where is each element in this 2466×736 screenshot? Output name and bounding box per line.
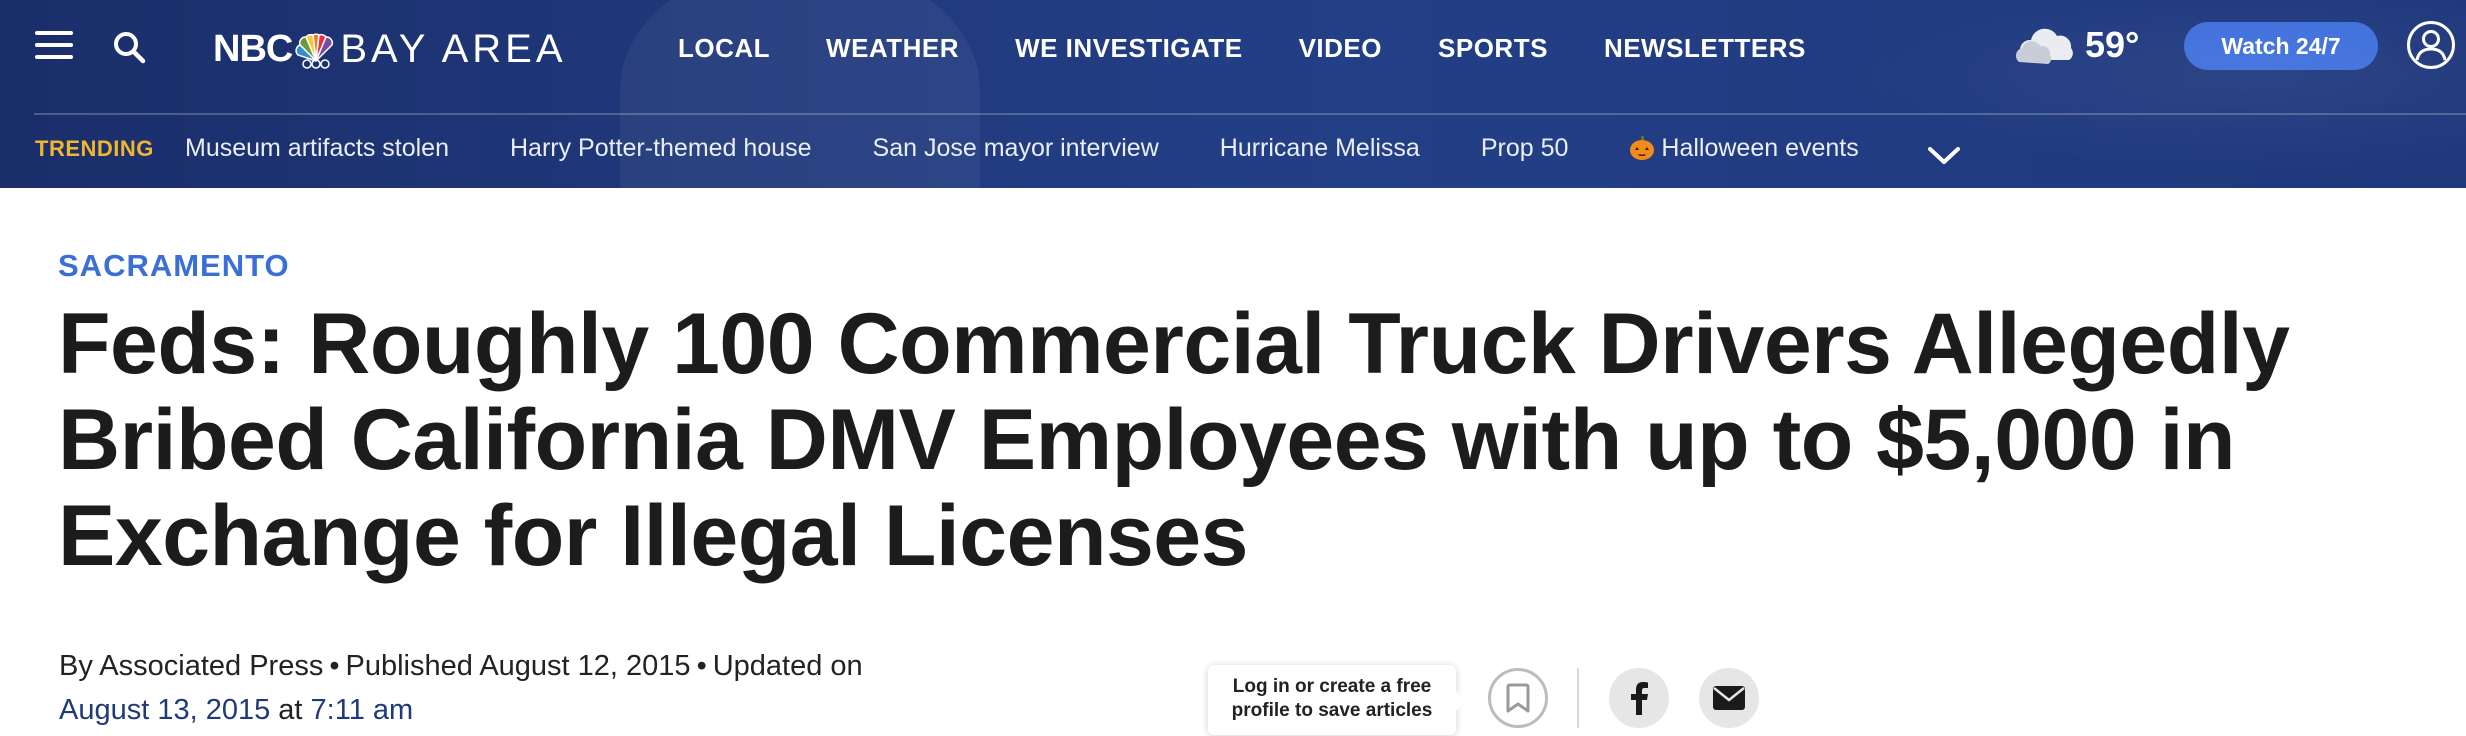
trending-link[interactable]: Museum artifacts stolen xyxy=(185,132,449,164)
email-icon xyxy=(1713,686,1745,710)
byline-author: By Associated Press xyxy=(59,650,324,682)
chevron-down-icon[interactable] xyxy=(1926,140,1962,170)
nav-video[interactable]: VIDEO xyxy=(1299,30,1382,66)
byline-separator: • xyxy=(329,650,340,682)
trending-link[interactable]: San Jose mayor interview xyxy=(873,132,1159,164)
byline-updated-date: August 13, 2015 xyxy=(59,694,271,726)
search-icon[interactable] xyxy=(112,30,146,64)
user-account-icon[interactable] xyxy=(2406,20,2456,70)
article-headline: Feds: Roughly 100 Commercial Truck Drive… xyxy=(58,296,2290,584)
weather-widget[interactable]: 59° xyxy=(2013,22,2139,68)
share-email-button[interactable] xyxy=(1699,668,1759,728)
tooltip-line: profile to save articles xyxy=(1231,700,1433,721)
trending-links: Museum artifacts stolen Harry Potter-the… xyxy=(185,132,1920,164)
tooltip-line: Log in or create a free xyxy=(1232,676,1432,697)
nav-local[interactable]: LOCAL xyxy=(678,30,770,66)
site-logo[interactable]: NBC BAY AREA xyxy=(213,24,567,74)
save-article-button[interactable] xyxy=(1488,668,1548,728)
site-header: NBC BAY AREA LOCAL WEATHER WE INVESTIGAT xyxy=(0,0,2466,188)
article-byline: By Associated Press • Published August 12,… xyxy=(59,644,899,732)
logo-bay-area-text: BAY AREA xyxy=(340,26,567,71)
facebook-icon xyxy=(1631,682,1648,715)
trending-link-label: Halloween events xyxy=(1661,134,1859,162)
nav-newsletters[interactable]: NEWSLETTERS xyxy=(1604,30,1806,66)
trending-bar: TRENDING Museum artifacts stolen Harry P… xyxy=(0,120,2466,180)
bookmark-icon xyxy=(1506,683,1530,713)
trending-label: TRENDING xyxy=(35,136,154,161)
byline-at: at xyxy=(278,694,303,726)
menu-icon[interactable] xyxy=(35,31,73,59)
main-nav: LOCAL WEATHER WE INVESTIGATE VIDEO SPORT… xyxy=(678,30,1862,66)
tools-divider xyxy=(1577,668,1579,728)
pumpkin-icon xyxy=(1630,136,1655,160)
nav-weather[interactable]: WEATHER xyxy=(826,30,959,66)
peacock-icon xyxy=(295,33,334,69)
logo-nbc-text: NBC xyxy=(213,27,293,70)
top-bar: NBC BAY AREA LOCAL WEATHER WE INVESTIGAT xyxy=(0,0,2466,114)
watch-live-button[interactable]: Watch 24/7 xyxy=(2184,22,2378,70)
byline-updated-time: 7:11 am xyxy=(310,694,414,726)
partly-cloudy-icon xyxy=(2015,28,2073,64)
byline-published: Published August 12, 2015 xyxy=(345,650,691,682)
trending-link[interactable]: Prop 50 xyxy=(1481,132,1569,164)
byline-updated-label: Updated on xyxy=(712,650,863,682)
section-label[interactable]: SACRAMENTO xyxy=(58,248,290,284)
nav-we-investigate[interactable]: WE INVESTIGATE xyxy=(1015,30,1243,66)
byline-separator: • xyxy=(696,650,707,682)
nav-sports[interactable]: SPORTS xyxy=(1438,30,1548,66)
share-facebook-button[interactable] xyxy=(1609,668,1669,728)
trending-link-halloween[interactable]: Halloween events xyxy=(1629,132,1859,164)
header-divider xyxy=(34,113,2466,115)
save-article-tooltip: Log in or create a free profile to save … xyxy=(1208,665,1466,735)
trending-link[interactable]: Hurricane Melissa xyxy=(1220,132,1420,164)
trending-link[interactable]: Harry Potter-themed house xyxy=(510,132,812,164)
weather-temperature: 59° xyxy=(2085,24,2140,65)
